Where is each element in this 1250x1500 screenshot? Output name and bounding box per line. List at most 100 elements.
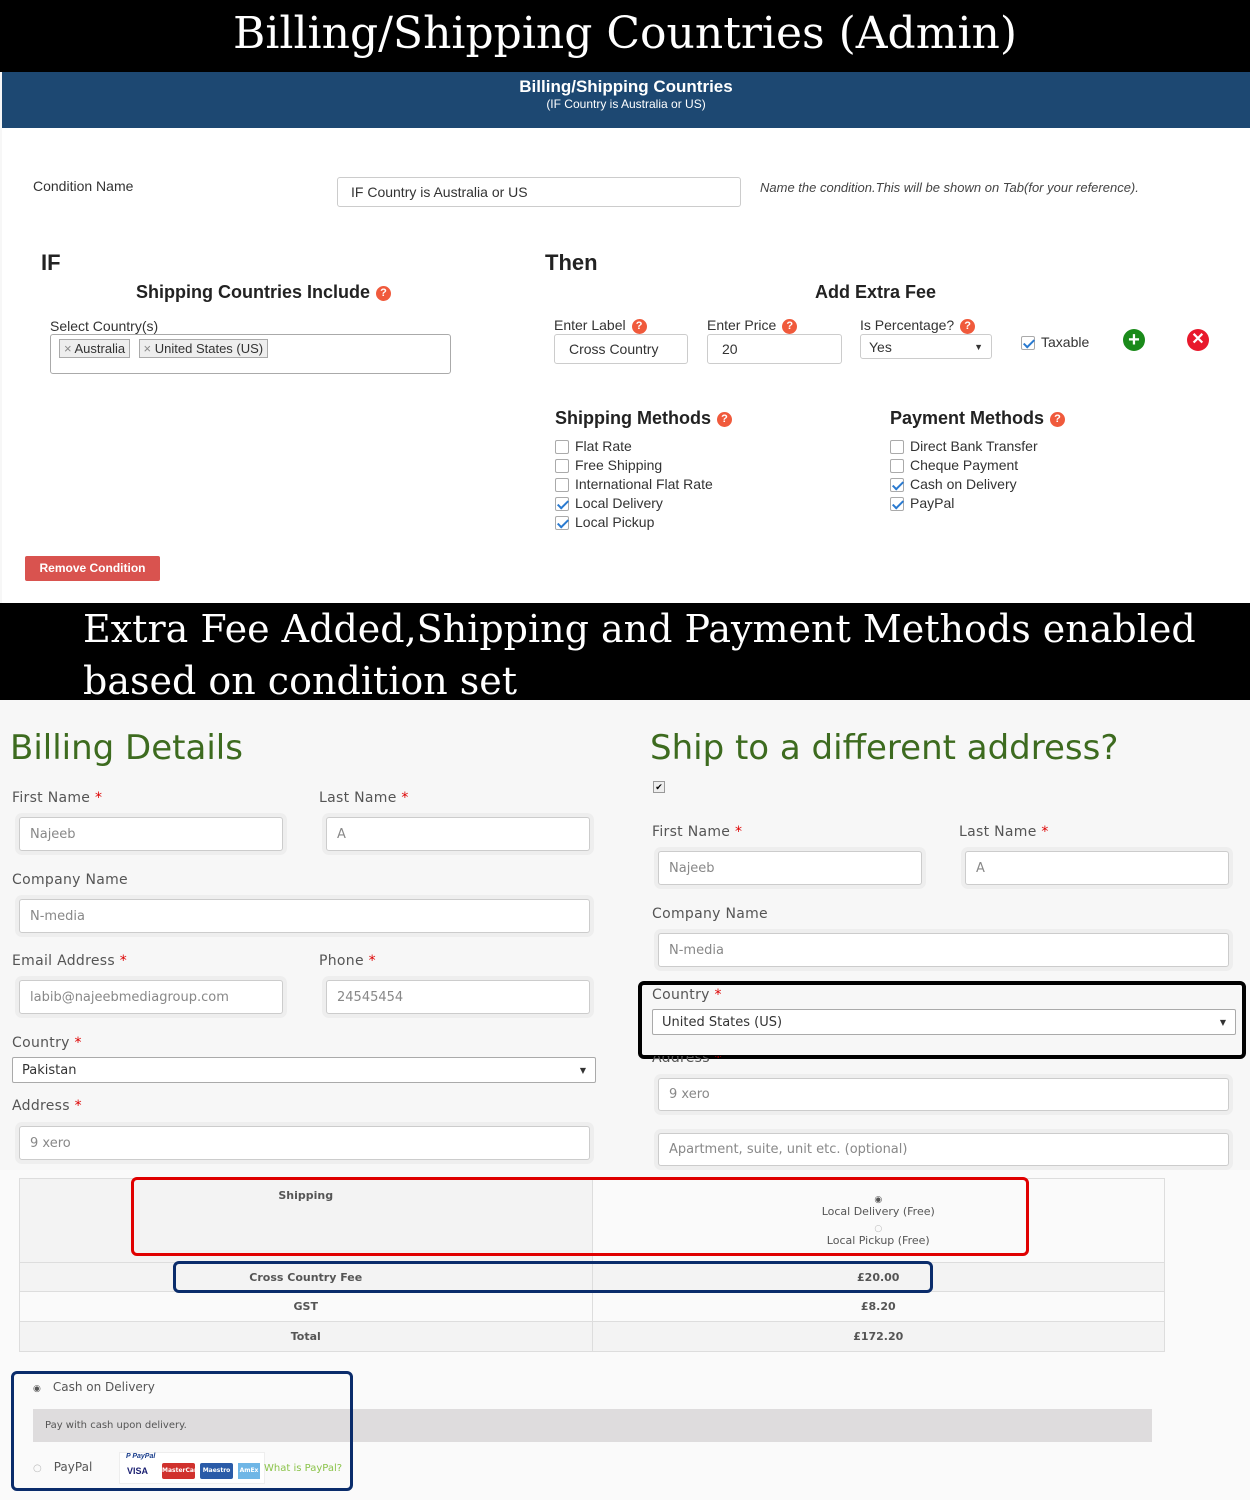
country-tag-label: United States (US) bbox=[154, 341, 264, 356]
billing-country-value: Pakistan bbox=[22, 1062, 77, 1078]
remove-condition-button[interactable]: Remove Condition bbox=[25, 556, 160, 581]
billing-email-input[interactable]: labib@najeebmediagroup.com bbox=[19, 980, 283, 1014]
billing-company-label: Company Name bbox=[12, 872, 128, 888]
remove-fee-icon[interactable]: ✕ bbox=[1187, 329, 1209, 351]
method-label: Direct Bank Transfer bbox=[910, 438, 1038, 454]
method-checkbox-item[interactable]: Local Pickup bbox=[555, 514, 732, 533]
condition-name-input[interactable]: IF Country is Australia or US bbox=[337, 177, 741, 207]
checkbox[interactable] bbox=[555, 516, 569, 531]
is-percentage-text: Is Percentage? bbox=[860, 317, 955, 333]
ship-different-title: Ship to a different address? bbox=[650, 728, 1119, 768]
row-label: GST bbox=[19, 1291, 593, 1322]
billing-phone-input[interactable]: 24545454 bbox=[326, 980, 590, 1014]
table-row: GST £8.20 bbox=[19, 1291, 1165, 1322]
fee-highlight-box bbox=[173, 1261, 933, 1293]
checkbox[interactable] bbox=[555, 497, 569, 512]
billing-last-name-input[interactable]: A bbox=[326, 817, 590, 851]
billing-country-select[interactable]: Pakistan ▼ bbox=[12, 1057, 596, 1083]
method-checkbox-item[interactable]: Cheque Payment bbox=[890, 457, 1065, 476]
shipping-methods-section: Shipping Methods? Flat Rate Free Shipping… bbox=[555, 408, 732, 533]
help-icon[interactable]: ? bbox=[1050, 411, 1066, 427]
shipping-countries-include-heading: Shipping Countries Include? bbox=[136, 282, 391, 303]
method-checkbox-item[interactable]: Cash on Delivery bbox=[890, 476, 1065, 495]
method-label: Cheque Payment bbox=[910, 457, 1019, 473]
ship-country-value: United States (US) bbox=[662, 1014, 783, 1030]
billing-address-input[interactable]: 9 xero bbox=[19, 1126, 590, 1160]
countries-multiselect[interactable]: × Australia × United States (US) bbox=[50, 334, 451, 374]
checkbox[interactable] bbox=[890, 440, 904, 455]
method-label: International Flat Rate bbox=[575, 476, 713, 492]
checkbox[interactable] bbox=[555, 440, 569, 455]
billing-phone-label: Phone * bbox=[319, 953, 376, 969]
shipping-highlight-box bbox=[131, 1177, 1029, 1256]
method-checkbox-item[interactable]: Local Delivery bbox=[555, 495, 732, 514]
help-icon[interactable]: ? bbox=[960, 318, 976, 334]
ship-company-input[interactable]: N-media bbox=[658, 933, 1229, 967]
admin-header-subtitle: (IF Country is Australia or US) bbox=[546, 97, 706, 111]
label-text: Last Name bbox=[959, 824, 1037, 840]
method-label: PayPal bbox=[910, 495, 955, 511]
add-fee-icon[interactable]: + bbox=[1123, 329, 1145, 351]
ship-first-name-label: First Name * bbox=[652, 824, 743, 840]
row-value: £172.20 bbox=[591, 1321, 1165, 1352]
enter-price-label: Enter Price? bbox=[707, 317, 798, 334]
checkbox[interactable] bbox=[555, 478, 569, 493]
ship-last-name-input[interactable]: A bbox=[965, 851, 1229, 885]
ship-address2-input[interactable]: Apartment, suite, unit etc. (optional) bbox=[658, 1133, 1229, 1166]
ship-different-checkbox[interactable]: ✔ bbox=[653, 781, 665, 793]
taxable-checkbox[interactable]: Taxable bbox=[1021, 334, 1089, 351]
method-label: Local Pickup bbox=[575, 514, 655, 530]
country-tag[interactable]: × Australia bbox=[59, 339, 131, 358]
enter-label-label: Enter Label? bbox=[554, 317, 647, 334]
help-icon[interactable]: ? bbox=[716, 411, 732, 427]
remove-tag-icon[interactable]: × bbox=[64, 341, 75, 356]
shipping-countries-include-label: Shipping Countries Include bbox=[136, 282, 370, 302]
checkbox[interactable] bbox=[1021, 336, 1035, 351]
table-row: Total £172.20 bbox=[19, 1321, 1165, 1352]
method-checkbox-item[interactable]: Free Shipping bbox=[555, 457, 732, 476]
condition-name-hint: Name the condition.This will be shown on… bbox=[760, 180, 1139, 195]
method-checkbox-item[interactable]: Direct Bank Transfer bbox=[890, 438, 1065, 457]
label-text: First Name bbox=[12, 790, 91, 806]
method-checkbox-item[interactable]: International Flat Rate bbox=[555, 476, 732, 495]
ship-country-label: Country * bbox=[652, 987, 722, 1003]
method-label: Local Delivery bbox=[575, 495, 663, 511]
checkbox[interactable] bbox=[555, 459, 569, 474]
ship-address-input[interactable]: 9 xero bbox=[658, 1078, 1229, 1111]
ship-first-name-input[interactable]: Najeeb bbox=[658, 851, 922, 885]
help-icon[interactable]: ? bbox=[631, 318, 647, 334]
label-text: Phone bbox=[319, 953, 364, 969]
country-tag-label: Australia bbox=[74, 341, 126, 356]
method-label: Flat Rate bbox=[575, 438, 632, 454]
condition-name-label: Condition Name bbox=[33, 178, 134, 194]
payment-methods-section: Payment Methods? Direct Bank Transfer Che… bbox=[890, 408, 1066, 514]
billing-last-name-label: Last Name * bbox=[319, 790, 409, 806]
method-checkbox-item[interactable]: PayPal bbox=[890, 495, 1065, 514]
remove-tag-icon[interactable]: × bbox=[144, 341, 155, 356]
help-icon[interactable]: ? bbox=[782, 318, 798, 334]
payment-methods-label: Payment Methods bbox=[890, 408, 1045, 428]
checkbox[interactable] bbox=[890, 497, 904, 512]
ship-country-select[interactable]: United States (US) ▼ bbox=[652, 1009, 1236, 1035]
dropdown-arrow-icon: ▼ bbox=[974, 341, 983, 352]
percentage-select[interactable]: Yes ▼ bbox=[860, 334, 992, 359]
label-text: Email Address bbox=[12, 953, 115, 969]
billing-first-name-input[interactable]: Najeeb bbox=[19, 817, 283, 851]
billing-company-input[interactable]: N-media bbox=[19, 899, 590, 933]
label-text: Address bbox=[12, 1098, 70, 1114]
fee-price-input[interactable]: 20 bbox=[707, 334, 842, 364]
country-tag[interactable]: × United States (US) bbox=[138, 339, 269, 358]
checkbox[interactable] bbox=[890, 459, 904, 474]
shipping-methods-label: Shipping Methods bbox=[555, 408, 711, 428]
dropdown-arrow-icon: ▼ bbox=[579, 1065, 586, 1075]
row-label: Total bbox=[19, 1321, 593, 1352]
enter-price-text: Enter Price bbox=[707, 317, 777, 333]
method-checkbox-item[interactable]: Flat Rate bbox=[555, 438, 732, 457]
help-icon[interactable]: ? bbox=[376, 285, 391, 301]
label-text: Country bbox=[652, 987, 710, 1003]
then-heading: Then bbox=[545, 250, 598, 275]
checkbox[interactable] bbox=[890, 478, 904, 493]
fee-label-input[interactable]: Cross Country bbox=[554, 334, 688, 364]
billing-title: Billing Details bbox=[10, 728, 243, 768]
method-label: Cash on Delivery bbox=[910, 476, 1017, 492]
